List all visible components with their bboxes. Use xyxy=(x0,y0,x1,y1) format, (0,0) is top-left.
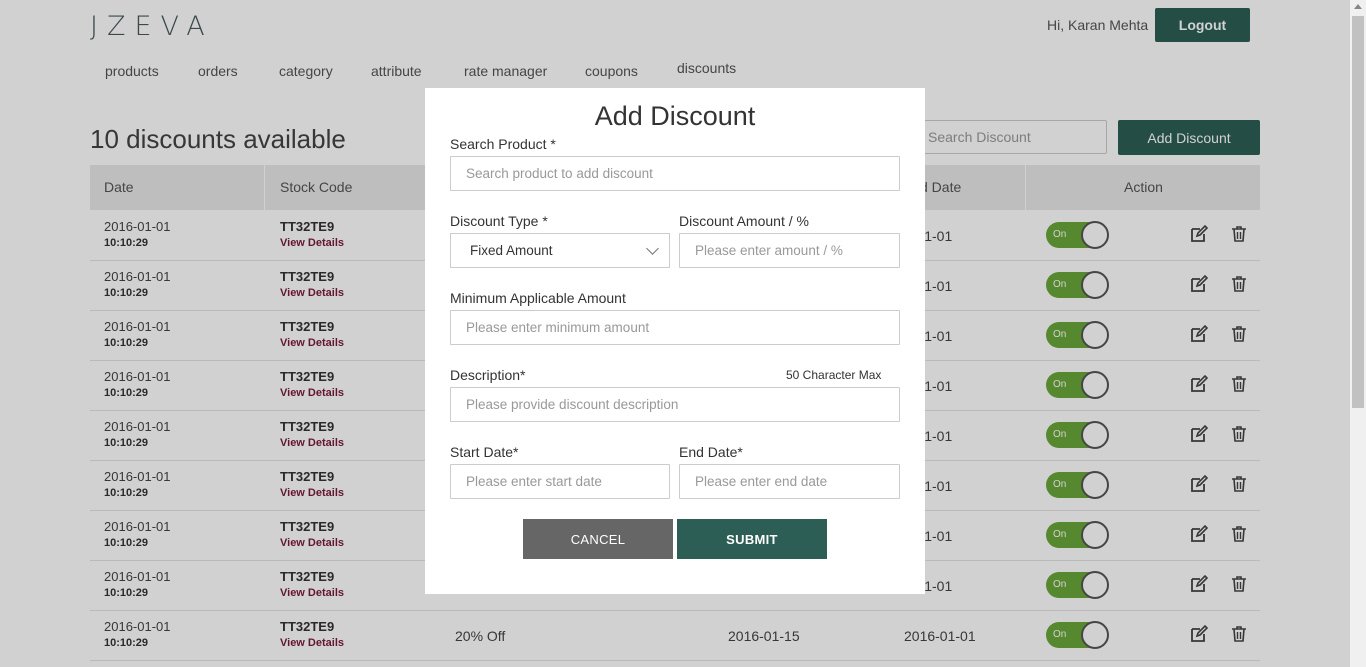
scroll-thumb[interactable] xyxy=(1352,16,1364,408)
search-product-input[interactable] xyxy=(450,156,900,191)
search-product-label: Search Product * xyxy=(450,136,556,152)
cancel-button[interactable]: CANCEL xyxy=(523,519,673,559)
discount-amount-input[interactable] xyxy=(679,233,900,268)
scrollbar[interactable] xyxy=(1350,0,1366,667)
end-date-label: End Date* xyxy=(679,444,743,460)
min-amount-input[interactable] xyxy=(450,310,900,345)
description-char-limit: 50 Character Max xyxy=(786,368,882,382)
min-amount-label: Minimum Applicable Amount xyxy=(450,290,626,306)
description-input[interactable] xyxy=(450,387,900,422)
end-date-input[interactable] xyxy=(679,464,900,499)
add-discount-modal: Add Discount Search Product * Discount T… xyxy=(425,88,925,594)
modal-title: Add Discount xyxy=(594,101,756,131)
submit-button[interactable]: SUBMIT xyxy=(677,519,827,559)
chevron-down-icon xyxy=(646,242,659,255)
discount-type-select[interactable]: Fixed Amount xyxy=(450,233,670,268)
discount-type-value: Fixed Amount xyxy=(470,243,553,258)
discount-amount-label: Discount Amount / % xyxy=(679,213,809,229)
description-label: Description* xyxy=(450,367,526,383)
start-date-label: Start Date* xyxy=(450,444,519,460)
discount-type-label: Discount Type * xyxy=(450,213,548,229)
scroll-up-icon[interactable] xyxy=(1354,4,1362,9)
start-date-input[interactable] xyxy=(450,464,670,499)
